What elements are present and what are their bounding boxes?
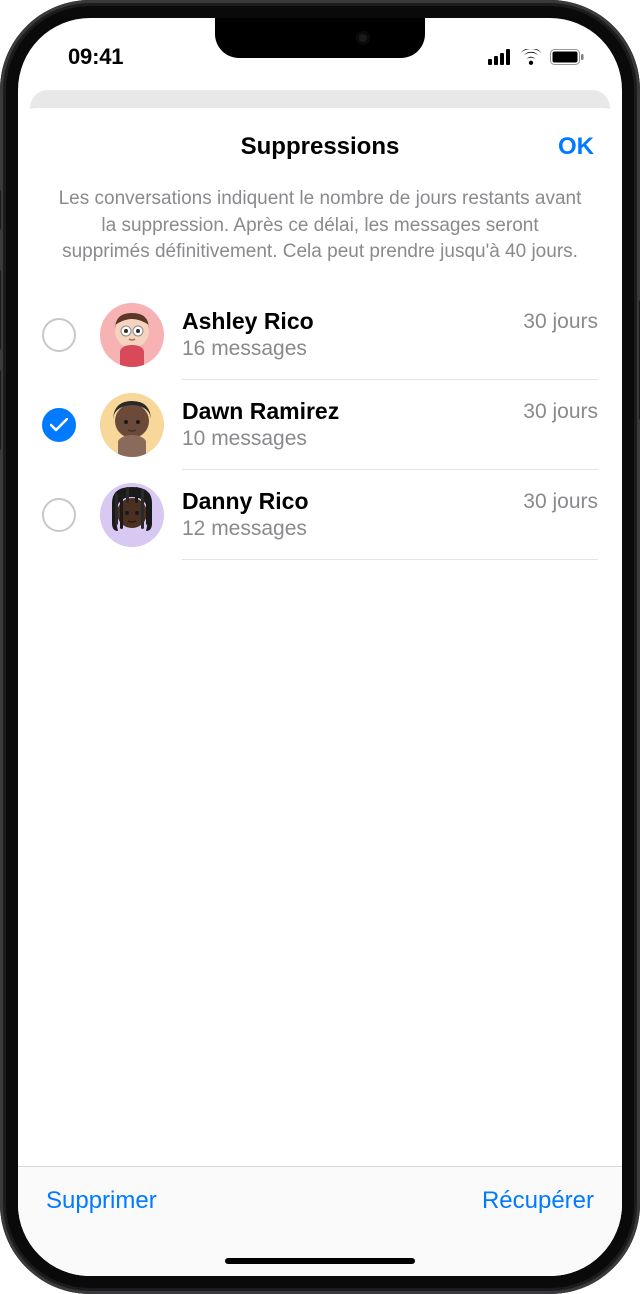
avatar: [100, 303, 164, 367]
message-count: 16 messages: [182, 337, 523, 361]
list-item-content: Ashley Rico 16 messages 30 jours: [182, 290, 598, 380]
check-icon: [50, 418, 68, 432]
status-time: 09:41: [68, 44, 123, 70]
home-indicator[interactable]: [225, 1258, 415, 1264]
selection-circle[interactable]: [42, 318, 76, 352]
wifi-icon: [520, 49, 542, 65]
sheet-title: Suppressions: [241, 133, 400, 161]
volume-up: [0, 270, 1, 350]
delete-button[interactable]: Supprimer: [46, 1187, 157, 1215]
list-item[interactable]: Dawn Ramirez 10 messages 30 jours: [18, 380, 598, 470]
message-count: 10 messages: [182, 427, 523, 451]
list-item[interactable]: Ashley Rico 16 messages 30 jours: [18, 290, 598, 380]
battery-icon: [550, 49, 584, 65]
ok-button[interactable]: OK: [558, 133, 594, 161]
contact-name: Ashley Rico: [182, 308, 523, 335]
days-remaining: 30 jours: [523, 400, 598, 424]
selection-circle[interactable]: [42, 408, 76, 442]
list-item[interactable]: Danny Rico 12 messages 30 jours: [18, 470, 598, 560]
days-remaining: 30 jours: [523, 310, 598, 334]
deleted-conversations-list: Ashley Rico 16 messages 30 jours: [18, 290, 622, 560]
screen: 09:41 Suppressions OK Les conversations …: [18, 18, 622, 1276]
front-camera: [356, 31, 370, 45]
avatar: [100, 483, 164, 547]
modal-sheet: Suppressions OK Les conversations indiqu…: [18, 108, 622, 1276]
sheet-description: Les conversations indiquent le nombre de…: [18, 186, 622, 290]
list-item-content: Danny Rico 12 messages 30 jours: [182, 470, 598, 560]
list-item-content: Dawn Ramirez 10 messages 30 jours: [182, 380, 598, 470]
contact-name: Danny Rico: [182, 488, 523, 515]
message-count: 12 messages: [182, 517, 523, 541]
notch: [215, 18, 425, 58]
recover-button[interactable]: Récupérer: [482, 1187, 594, 1215]
volume-switch: [0, 190, 1, 230]
volume-down: [0, 370, 1, 450]
cellular-icon: [488, 49, 512, 65]
avatar: [100, 393, 164, 457]
status-icons: [488, 49, 584, 65]
phone-frame: 09:41 Suppressions OK Les conversations …: [0, 0, 640, 1294]
sheet-header: Suppressions OK: [18, 108, 622, 186]
selection-circle[interactable]: [42, 498, 76, 532]
days-remaining: 30 jours: [523, 490, 598, 514]
contact-name: Dawn Ramirez: [182, 398, 523, 425]
